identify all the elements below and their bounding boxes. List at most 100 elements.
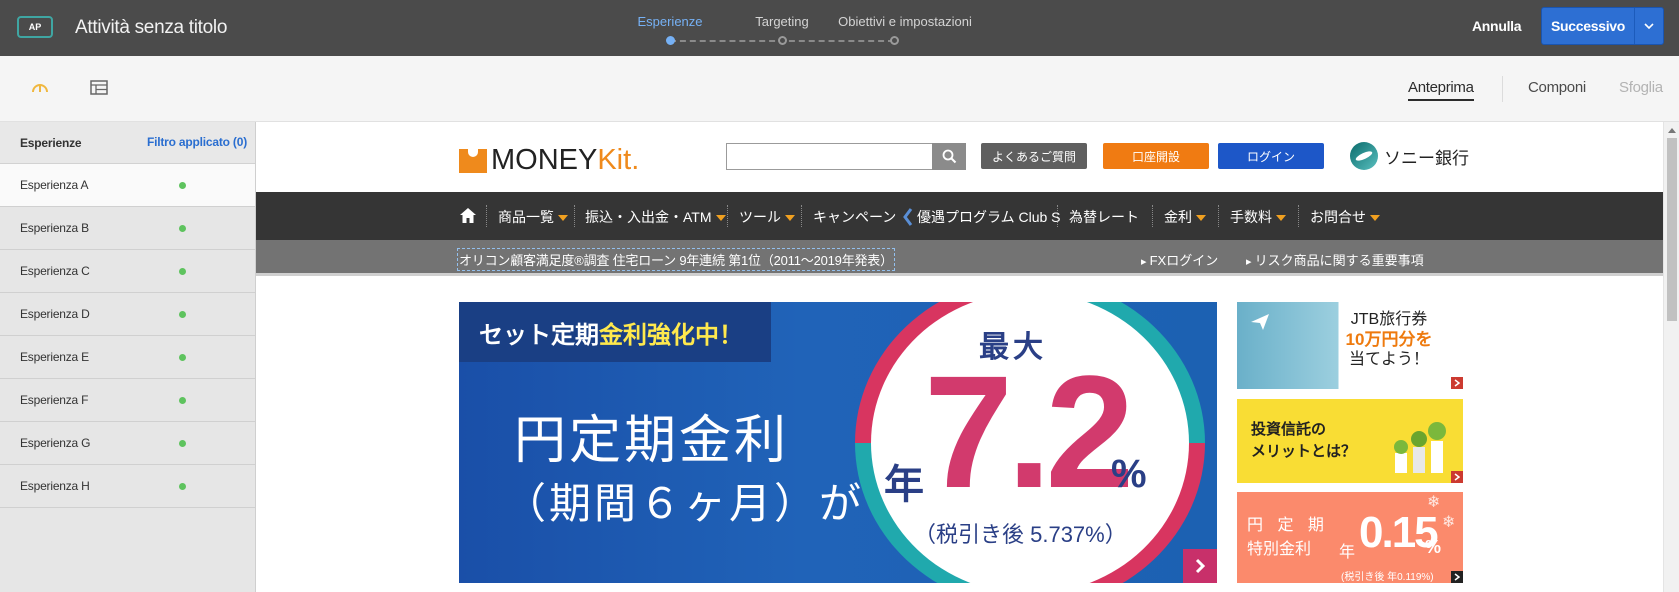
fund-banner[interactable]: 投資信託の メリットとは？ <box>1237 399 1463 483</box>
hero-arrow-button[interactable] <box>1183 549 1217 583</box>
fx-login-link[interactable]: FXログイン <box>1141 250 1219 269</box>
workflow-stepper: Esperienze Targeting Obiettivi e imposta… <box>637 12 1050 48</box>
step-dot-goals <box>890 36 899 45</box>
status-dot <box>179 268 186 275</box>
dropdown-triangle-icon <box>1276 215 1286 221</box>
hero-year-label: 年 <box>884 463 924 507</box>
experiences-sidebar: Esperienze Filtro applicato (0) Esperien… <box>0 122 256 592</box>
experience-label: Esperienza D <box>20 307 90 321</box>
jtb-banner[interactable]: JTB旅行券 10万円分を 当てよう！ <box>1237 302 1463 389</box>
status-dot <box>179 225 186 232</box>
tab-compose[interactable]: Componi <box>1528 79 1586 96</box>
filter-link[interactable]: Filtro applicato (0) <box>147 135 247 149</box>
experience-item-g[interactable]: Esperienza G <box>0 422 255 465</box>
hero-line-2: （期間６ヶ月）が <box>504 480 865 527</box>
next-dropdown-button[interactable] <box>1635 23 1663 29</box>
nav-products[interactable]: 商品一覧 <box>498 207 568 227</box>
experience-label: Esperienza C <box>20 264 90 278</box>
site-subbar: オリコン顧客満足度®調査 住宅ローン 9年連続 第1位（2011～2019年発表… <box>256 240 1663 276</box>
chevron-down-icon <box>1644 23 1654 29</box>
deposit-title: 円 定 期 特別金利 <box>1247 517 1329 558</box>
nav-separator <box>1298 205 1299 227</box>
nav-campaign[interactable]: キャンペーン <box>813 207 896 227</box>
experience-item-h[interactable]: Esperienza H <box>0 465 255 508</box>
app-badge[interactable]: AP <box>17 16 53 38</box>
app-root: AP Attività senza titolo Esperienze Targ… <box>0 0 1679 592</box>
tab-browse: Sfoglia <box>1619 79 1663 96</box>
hero-tag: セット定期 金利強化中！ <box>459 302 771 362</box>
step-experiences[interactable]: Esperienze <box>637 14 702 29</box>
nav-separator <box>801 205 802 227</box>
nav-separator <box>727 205 728 227</box>
preview-scrollbar[interactable] <box>1663 122 1679 592</box>
nav-fx-rate[interactable]: 為替レート <box>1069 207 1139 227</box>
tab-preview[interactable]: Anteprima <box>1408 79 1474 101</box>
risk-products-link[interactable]: リスク商品に関する重要事項 <box>1246 250 1424 269</box>
status-dot <box>179 397 186 404</box>
status-dot <box>179 182 186 189</box>
status-dot <box>179 440 186 447</box>
faq-button[interactable]: よくあるご質問 <box>981 143 1087 169</box>
site-header: MONEYKit. よくあるご質問 口座開設 ログイン ソニー銀行 <box>256 122 1663 192</box>
experience-label: Esperienza H <box>20 479 90 493</box>
airplane-icon <box>1251 314 1269 330</box>
site-search-button[interactable] <box>932 143 966 170</box>
hero-percent: % <box>1111 452 1147 496</box>
deposit-percent: % <box>1425 537 1442 557</box>
experience-item-f[interactable]: Esperienza F <box>0 379 255 422</box>
nav-separator <box>574 205 575 227</box>
experience-label: Esperienza E <box>20 350 89 364</box>
view-toolbar: Anteprima Componi Sfoglia <box>0 56 1679 122</box>
experience-item-c[interactable]: Esperienza C <box>0 250 255 293</box>
snowflake-icon: ❄ <box>1442 514 1456 531</box>
step-targeting[interactable]: Targeting <box>755 14 808 29</box>
scroll-up-arrow-icon[interactable] <box>1668 128 1676 133</box>
ranking-notice-link[interactable]: オリコン顧客満足度®調査 住宅ローン 9年連続 第1位（2011～2019年発表… <box>457 248 895 271</box>
nav-contact[interactable]: お問合せ <box>1310 207 1380 227</box>
experience-item-b[interactable]: Esperienza B <box>0 207 255 250</box>
top-bar: AP Attività senza titolo Esperienze Targ… <box>0 0 1679 56</box>
next-button[interactable]: Successivo <box>1542 18 1634 34</box>
nav-tools[interactable]: ツール <box>739 207 795 227</box>
home-icon[interactable] <box>459 207 477 229</box>
step-dot-experiences <box>666 36 675 45</box>
status-dot <box>179 483 186 490</box>
open-account-button[interactable]: 口座開設 <box>1103 143 1209 169</box>
site-logo[interactable]: MONEYKit. <box>459 144 639 177</box>
bank-logo-mark-icon <box>1350 142 1378 170</box>
experience-item-d[interactable]: Esperienza D <box>0 293 255 336</box>
chevron-right-icon <box>1451 571 1463 583</box>
nav-separator <box>1057 205 1058 227</box>
dropdown-triangle-icon <box>558 215 568 221</box>
chevron-right-icon <box>1451 471 1463 483</box>
deposit-after-tax: (税引き後 年0.119%) <box>1341 572 1434 583</box>
experience-label: Esperienza B <box>20 221 89 235</box>
deposit-banner[interactable]: ❄ ❄ 円 定 期 特別金利 年 0.15 % (税引き後 年0.119%) <box>1237 492 1463 583</box>
search-icon <box>942 149 956 164</box>
jtb-text: JTB旅行券 10万円分を 当てよう！ <box>1345 311 1433 368</box>
step-goals-settings[interactable]: Obiettivi e impostazioni <box>838 14 972 29</box>
gauge-icon[interactable] <box>31 80 49 99</box>
bank-logo[interactable]: ソニー銀行 <box>1350 142 1469 170</box>
experience-item-a[interactable]: Esperienza A <box>0 164 255 207</box>
experience-item-e[interactable]: Esperienza E <box>0 336 255 379</box>
toolbar-divider <box>1502 76 1503 102</box>
cancel-button[interactable]: Annulla <box>1472 18 1522 34</box>
nav-club-s[interactable]: 優遇プログラム Club S <box>903 207 1061 227</box>
nav-fees[interactable]: 手数料 <box>1230 207 1286 227</box>
nav-transfer-atm[interactable]: 振込・入出金・ATM <box>585 207 726 227</box>
hero-banner[interactable]: セット定期 金利強化中！ 円定期金利 （期間６ヶ月）が 最大 年 7.2 % （税… <box>459 302 1217 583</box>
dropdown-triangle-icon <box>715 215 726 221</box>
login-button[interactable]: ログイン <box>1218 143 1324 169</box>
deposit-year: 年 <box>1339 544 1356 561</box>
fund-text: 投資信託の メリットとは？ <box>1251 421 1357 460</box>
layout-icon[interactable] <box>90 80 108 100</box>
nav-interest[interactable]: 金利 <box>1164 207 1206 227</box>
logo-text: MONEYKit. <box>491 144 640 176</box>
sidebar-header: Esperienze Filtro applicato (0) <box>0 122 255 164</box>
activity-title[interactable]: Attività senza titolo <box>75 17 227 39</box>
scrollbar-thumb[interactable] <box>1667 138 1677 321</box>
dropdown-triangle-icon <box>1196 215 1206 221</box>
status-dot <box>179 354 186 361</box>
site-search-input[interactable] <box>726 143 934 170</box>
